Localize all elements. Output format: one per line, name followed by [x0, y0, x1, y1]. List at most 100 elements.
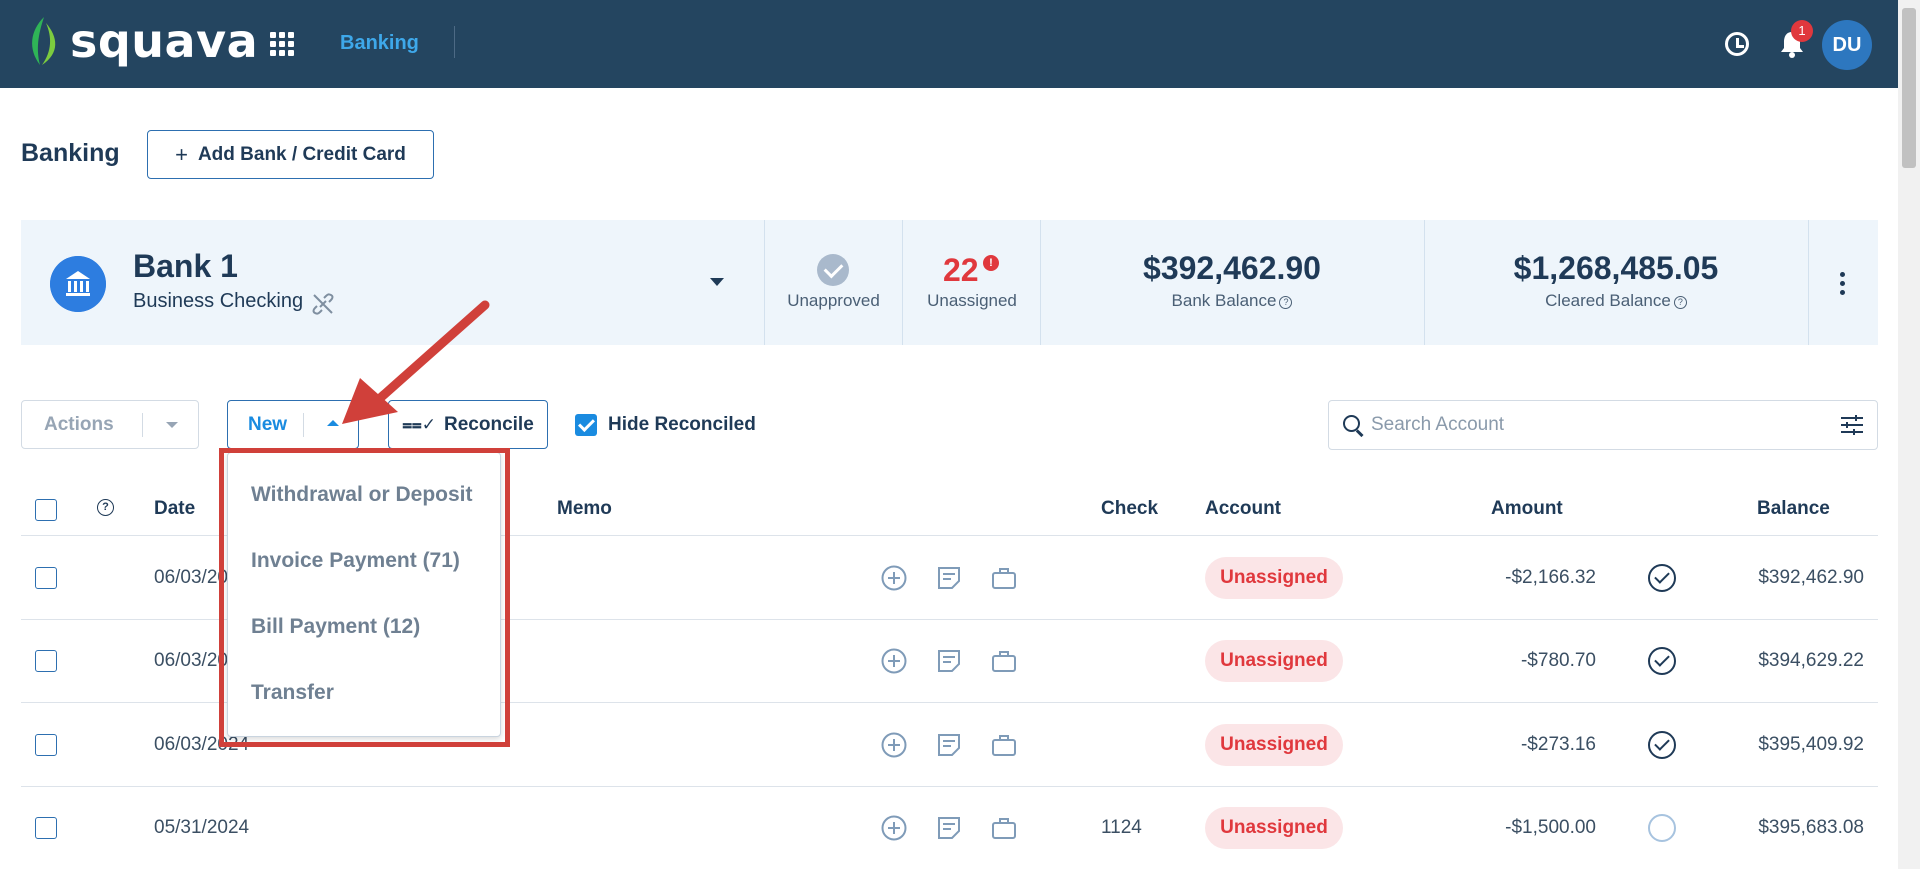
unassigned-account-badge[interactable]: Unassigned [1205, 556, 1343, 599]
approved-check-icon[interactable] [1648, 730, 1676, 759]
row-amount: -$273.16 [1520, 733, 1596, 755]
menu-item-bill-payment[interactable]: Bill Payment (12) [251, 615, 420, 639]
row-checkbox[interactable] [35, 816, 57, 839]
briefcase-icon[interactable] [991, 565, 1017, 591]
notification-count-badge: 1 [1791, 20, 1813, 42]
column-header-date[interactable]: Date [154, 498, 195, 520]
column-header-account[interactable]: Account [1205, 498, 1281, 520]
unassigned-account-badge[interactable]: Unassigned [1205, 806, 1343, 849]
nav-banking-link[interactable]: Banking [340, 32, 419, 55]
summary-divider [1808, 220, 1809, 345]
row-amount: -$780.70 [1520, 649, 1596, 671]
brand-name: squava [70, 14, 259, 68]
row-checkbox[interactable] [35, 566, 57, 589]
more-options-icon[interactable] [1840, 272, 1846, 296]
hide-reconciled-label[interactable]: Hide Reconciled [608, 414, 756, 436]
plus-icon: + [175, 141, 188, 167]
unassigned-label: Unassigned [927, 291, 1017, 310]
column-header-check[interactable]: Check [1101, 498, 1158, 520]
add-split-icon[interactable] [881, 648, 907, 674]
menu-item-withdrawal-or-deposit[interactable]: Withdrawal or Deposit [251, 483, 473, 507]
bank-balance-label-text: Bank Balance [1171, 291, 1277, 310]
new-divider [303, 413, 304, 437]
cleared-balance-label-text: Cleared Balance [1545, 291, 1671, 310]
help-icon[interactable]: ? [1673, 296, 1687, 309]
add-split-icon[interactable] [881, 565, 907, 591]
row-amount: -$2,166.32 [1505, 566, 1596, 588]
row-amount: -$1,500.00 [1505, 816, 1596, 838]
memo-note-icon[interactable] [936, 732, 962, 758]
pending-circle-icon[interactable] [1648, 813, 1676, 842]
briefcase-icon[interactable] [991, 815, 1017, 841]
row-check-number: 1124 [1101, 816, 1142, 838]
chevron-up-icon[interactable] [327, 420, 339, 426]
cleared-balance-label: Cleared Balance? [1424, 291, 1808, 311]
row-checkbox[interactable] [35, 649, 57, 672]
apps-grid-icon[interactable] [270, 32, 294, 56]
unassigned-account-badge[interactable]: Unassigned [1205, 639, 1343, 682]
search-icon [1343, 415, 1360, 432]
column-header-balance[interactable]: Balance [1757, 498, 1830, 520]
row-date: 05/31/2024 [154, 816, 250, 838]
bank-balance-label: Bank Balance? [1040, 291, 1424, 311]
memo-note-icon[interactable] [936, 565, 962, 591]
search-account-field[interactable] [1328, 400, 1878, 450]
reconcile-button[interactable]: ⩵✓ Reconcile [388, 400, 548, 449]
add-bank-label: Add Bank / Credit Card [197, 143, 406, 165]
row-balance: $392,462.90 [1758, 566, 1864, 588]
menu-item-transfer[interactable]: Transfer [251, 681, 334, 705]
account-type: Business Checking [133, 290, 304, 312]
row-balance: $394,629.22 [1758, 649, 1864, 671]
bank-balance-value: $392,462.90 [1143, 250, 1321, 286]
user-avatar[interactable]: DU [1822, 20, 1872, 70]
filter-sliders-icon[interactable] [1841, 415, 1863, 435]
alert-icon: ! [983, 255, 999, 271]
account-name[interactable]: Bank 1 [133, 248, 238, 285]
memo-note-icon[interactable] [936, 648, 962, 674]
approved-check-icon[interactable] [1648, 563, 1676, 592]
add-bank-button[interactable]: + Add Bank / Credit Card [147, 130, 434, 179]
cleared-balance-value: $1,268,485.05 [1513, 250, 1719, 286]
add-split-icon[interactable] [881, 815, 907, 841]
memo-note-icon[interactable] [936, 815, 962, 841]
briefcase-icon[interactable] [991, 732, 1017, 758]
squava-logo[interactable]: squava [26, 14, 258, 68]
column-header-memo[interactable]: Memo [557, 498, 612, 520]
actions-dropdown-button[interactable]: Actions [21, 400, 199, 449]
row-date: 06/03/20 [154, 649, 228, 671]
new-dropdown-button[interactable]: New [227, 400, 359, 449]
summary-divider [902, 220, 903, 345]
actions-label: Actions [44, 414, 114, 435]
unapproved-label: Unapproved [787, 291, 880, 310]
top-navbar: squava Banking 1 DU [0, 0, 1898, 88]
nav-divider [454, 26, 455, 58]
unassigned-count[interactable]: 22 [943, 252, 979, 289]
search-input[interactable] [1371, 412, 1811, 438]
unapproved-check-icon[interactable] [817, 254, 849, 286]
row-divider [21, 786, 1878, 787]
new-dropdown-menu: Withdrawal or Deposit Invoice Payment (7… [227, 452, 501, 737]
row-balance: $395,683.08 [1758, 816, 1864, 838]
select-all-checkbox[interactable] [35, 499, 57, 521]
approved-check-icon[interactable] [1648, 646, 1676, 675]
add-split-icon[interactable] [881, 732, 907, 758]
unlink-icon[interactable] [312, 293, 334, 315]
help-icon[interactable]: ? [1279, 296, 1293, 309]
row-balance: $395,409.92 [1758, 733, 1864, 755]
actions-divider [142, 413, 143, 437]
column-header-amount[interactable]: Amount [1491, 498, 1563, 520]
chevron-down-icon [166, 422, 178, 428]
unassigned-account-badge[interactable]: Unassigned [1205, 723, 1343, 766]
page-scrollbar[interactable] [1898, 0, 1920, 869]
history-clock-icon[interactable] [1725, 32, 1749, 56]
row-checkbox[interactable] [35, 733, 57, 756]
briefcase-icon[interactable] [991, 648, 1017, 674]
reconcile-label: Reconcile [444, 413, 534, 435]
bank-building-icon [50, 256, 106, 312]
account-switch-chevron-down-icon[interactable] [710, 278, 724, 286]
hide-reconciled-checkbox[interactable] [575, 414, 597, 436]
page-title: Banking [21, 139, 120, 167]
help-icon[interactable]: ? [97, 499, 114, 516]
scrollbar-thumb[interactable] [1902, 8, 1916, 168]
menu-item-invoice-payment[interactable]: Invoice Payment (71) [251, 549, 460, 573]
